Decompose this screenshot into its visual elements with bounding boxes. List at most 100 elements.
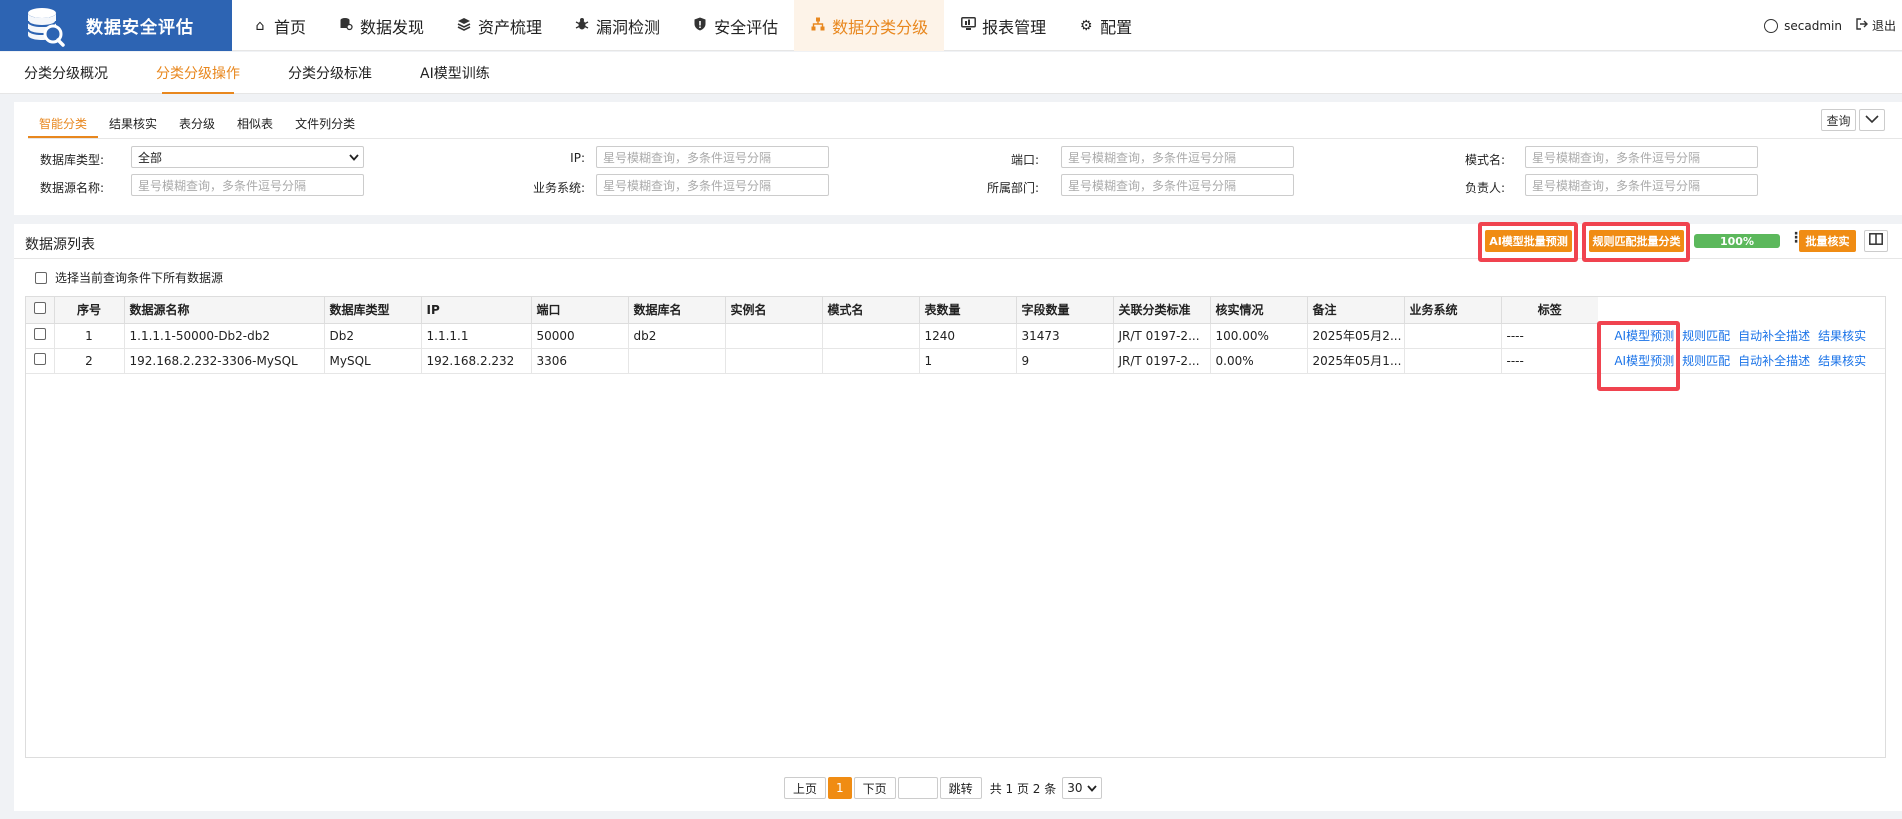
row-select-cell[interactable] xyxy=(26,323,55,349)
main-nav: ⌂ 首页 数据发现 资产梳理 漏洞检测 安全评估 数据分类分级 报表管理 ⚙ 配… xyxy=(236,0,1148,51)
owner-label: 负责人: xyxy=(1464,181,1505,195)
header-checkbox[interactable] xyxy=(33,302,46,315)
db-type-select[interactable]: 全部 xyxy=(131,146,364,168)
home-icon: ⌂ xyxy=(255,17,265,34)
prev-page-button[interactable]: 上页 xyxy=(784,777,827,799)
owner-input[interactable]: 星号模糊查询，多条件逗号分隔 xyxy=(1525,174,1758,196)
nav-config[interactable]: ⚙ 配置 xyxy=(1062,0,1148,51)
col-header[interactable]: 字段数量 xyxy=(1016,297,1114,324)
cell-no: 2 xyxy=(54,348,125,374)
tab-classification-overview[interactable]: 分类分级概况 xyxy=(0,52,132,94)
ds-name-input[interactable]: 星号模糊查询，多条件逗号分隔 xyxy=(131,174,364,196)
nav-label: 报表管理 xyxy=(982,17,1047,37)
ip-label: IP: xyxy=(570,151,585,165)
col-header[interactable]: 数据库类型 xyxy=(324,297,422,324)
chevron-down-icon xyxy=(1865,113,1879,128)
header-select-cell[interactable] xyxy=(26,297,55,324)
logout-button[interactable]: 退出 xyxy=(1856,0,1902,51)
jump-button[interactable]: 跳转 xyxy=(939,777,982,799)
auto-complete-desc-link[interactable]: 自动补全描述 xyxy=(1738,352,1810,369)
page-size-value: 30 xyxy=(1067,781,1083,795)
nav-label: 漏洞检测 xyxy=(596,17,661,37)
col-header[interactable]: 数据库名 xyxy=(628,297,726,324)
select-all-row[interactable]: 选择当前查询条件下所有数据源 xyxy=(35,269,223,286)
nav-asset-sorting[interactable]: 资产梳理 xyxy=(440,0,558,51)
col-header[interactable]: 数据源名称 xyxy=(124,297,325,324)
logout-icon xyxy=(1856,18,1868,33)
batch-progress-bar: 100% xyxy=(1694,234,1780,248)
ip-input[interactable]: 星号模糊查询，多条件逗号分隔 xyxy=(596,146,829,168)
col-header[interactable]: 表数量 xyxy=(919,297,1017,324)
ds-name-label: 数据源名称: xyxy=(39,181,104,195)
ai-batch-predict-button[interactable]: AI模型批量预测 xyxy=(1485,230,1572,252)
col-header[interactable]: 业务系统 xyxy=(1404,297,1502,324)
page-1-button[interactable]: 1 xyxy=(828,777,852,799)
biz-system-input[interactable]: 星号模糊查询，多条件逗号分隔 xyxy=(596,174,829,196)
result-verify-link[interactable]: 结果核实 xyxy=(1818,327,1866,344)
tab-classification-standard[interactable]: 分类分级标准 xyxy=(264,52,396,94)
tab-result-verify[interactable]: 结果核实 xyxy=(98,108,168,138)
row-checkbox[interactable] xyxy=(33,353,46,365)
column-settings-button[interactable] xyxy=(1864,230,1888,252)
nav-label: 数据发现 xyxy=(360,17,425,37)
tab-file-column-classification[interactable]: 文件列分类 xyxy=(284,108,366,138)
hierarchy-icon xyxy=(810,17,826,35)
schema-input[interactable]: 星号模糊查询，多条件逗号分隔 xyxy=(1525,146,1758,168)
page-info: 共 1 页 2 条 xyxy=(989,781,1057,796)
row-select-cell[interactable] xyxy=(26,348,55,374)
col-header[interactable]: 核实情况 xyxy=(1210,297,1308,324)
nav-label: 数据分类分级 xyxy=(832,17,929,37)
col-header[interactable]: IP xyxy=(421,297,532,324)
cell-fields: 31473 xyxy=(1016,323,1114,349)
cell-port: 50000 xyxy=(531,323,629,349)
cell-fields: 9 xyxy=(1016,348,1114,374)
nav-report-management[interactable]: 报表管理 xyxy=(944,0,1062,51)
col-header[interactable]: 关联分类标准 xyxy=(1113,297,1211,324)
cell-tables: 1 xyxy=(919,348,1017,374)
rule-batch-classify-button[interactable]: 规则匹配批量分类 xyxy=(1589,230,1684,252)
cell-port: 3306 xyxy=(531,348,629,374)
app-logo[interactable]: 数据安全评估 xyxy=(0,0,232,51)
user-menu[interactable]: secadmin xyxy=(1764,0,1842,51)
nav-home[interactable]: ⌂ 首页 xyxy=(236,0,322,51)
shield-icon xyxy=(692,17,708,35)
next-page-button[interactable]: 下页 xyxy=(853,777,896,799)
nav-vuln-detection[interactable]: 漏洞检测 xyxy=(558,0,676,51)
col-header[interactable]: 端口 xyxy=(531,297,629,324)
tab-smart-classification[interactable]: 智能分类 xyxy=(28,108,99,138)
cell-biz xyxy=(1404,348,1502,374)
col-header[interactable]: 模式名 xyxy=(822,297,920,324)
result-verify-link[interactable]: 结果核实 xyxy=(1818,352,1866,369)
query-button[interactable]: 查询 xyxy=(1821,109,1856,131)
tab-ai-model-training[interactable]: AI模型训练 xyxy=(396,52,514,94)
port-input[interactable]: 星号模糊查询，多条件逗号分隔 xyxy=(1061,146,1294,168)
cell-tables: 1240 xyxy=(919,323,1017,349)
batch-verify-button[interactable]: 批量核实 xyxy=(1799,230,1856,252)
tab-similar-tables[interactable]: 相似表 xyxy=(226,108,284,138)
cell-remark: 2025年05月1... xyxy=(1307,348,1405,374)
dept-label: 所属部门: xyxy=(986,181,1039,195)
tab-table-grading[interactable]: 表分级 xyxy=(168,108,226,138)
rule-match-link[interactable]: 规则匹配 xyxy=(1682,352,1730,369)
rule-match-link[interactable]: 规则匹配 xyxy=(1682,327,1730,344)
nav-data-classification[interactable]: 数据分类分级 xyxy=(794,0,945,51)
row-checkbox[interactable] xyxy=(33,328,46,340)
divider xyxy=(28,138,1902,139)
nav-data-discovery[interactable]: 数据发现 xyxy=(322,0,440,51)
col-header[interactable]: 序号 xyxy=(54,297,125,324)
logout-label: 退出 xyxy=(1872,19,1897,33)
nav-security-assessment[interactable]: 安全评估 xyxy=(676,0,794,51)
dept-input[interactable]: 星号模糊查询，多条件逗号分隔 xyxy=(1061,174,1294,196)
col-header[interactable]: 实例名 xyxy=(725,297,823,324)
database-shield-logo-icon xyxy=(22,4,66,48)
select-all-checkbox[interactable] xyxy=(35,271,47,284)
cell-name: 1.1.1.1-50000-Db2-db2 xyxy=(124,323,325,349)
jump-page-input[interactable] xyxy=(897,777,938,799)
page-size-select[interactable]: 30 xyxy=(1062,777,1102,799)
table-header-row: 序号 数据源名称 数据库类型 IP 端口 数据库名 实例名 模式名 表数量 字段… xyxy=(26,297,1885,324)
expand-filter-button[interactable] xyxy=(1859,109,1885,131)
col-header[interactable]: 备注 xyxy=(1307,297,1405,324)
sub-tabs: 分类分级概况 分类分级操作 分类分级标准 AI模型训练 xyxy=(0,52,1902,94)
auto-complete-desc-link[interactable]: 自动补全描述 xyxy=(1738,327,1810,344)
tab-classification-operation[interactable]: 分类分级操作 xyxy=(132,52,264,94)
